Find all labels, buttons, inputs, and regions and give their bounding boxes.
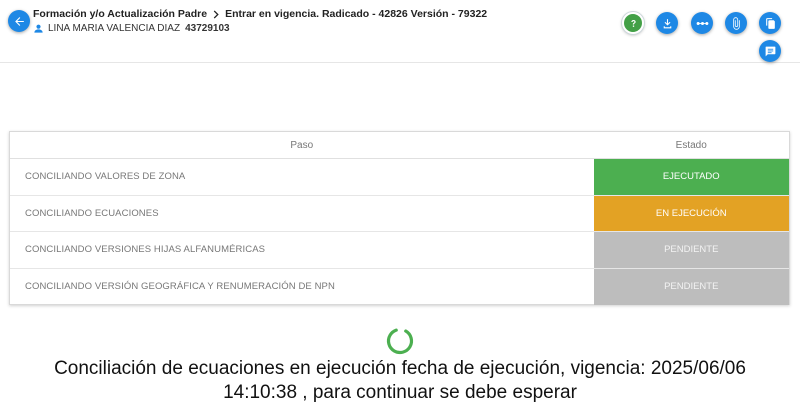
comments-button[interactable] xyxy=(759,40,781,62)
steps-table: Paso Estado CONCILIANDO VALORES DE ZONA … xyxy=(9,131,790,305)
help-button[interactable] xyxy=(622,12,644,34)
download-icon xyxy=(663,18,671,28)
spinner-icon xyxy=(386,327,414,355)
back-button[interactable] xyxy=(8,10,30,32)
status-message-line1: Conciliación de ecuaciones en ejecución … xyxy=(54,358,746,379)
status-badge-pending: PENDIENTE xyxy=(593,268,789,305)
comment-icon xyxy=(765,46,775,56)
table-header: Paso Estado xyxy=(10,132,789,159)
user-name: LINA MARIA VALENCIA DIAZ xyxy=(48,23,181,34)
page: Formación y/o Actualización Padre Entrar… xyxy=(0,0,800,419)
connections-button[interactable] xyxy=(691,12,713,34)
arrow-left-icon xyxy=(14,16,24,26)
status-badge-executed: EJECUTADO xyxy=(593,159,789,195)
chevron-right-icon xyxy=(212,9,220,19)
dots-icon xyxy=(696,21,708,25)
step-name: CONCILIANDO VERSIONES HIJAS ALFANUMÉRICA… xyxy=(25,244,266,256)
help-icon xyxy=(630,19,636,27)
user-id: 43729103 xyxy=(185,23,230,34)
download-button[interactable] xyxy=(656,12,678,34)
header-step: Paso xyxy=(290,140,314,151)
step-name: CONCILIANDO ECUACIONES xyxy=(25,207,159,219)
paperclip-icon xyxy=(732,16,740,30)
status-message-line2: 14:10:38 , para continuar se debe espera… xyxy=(223,382,577,403)
person-icon xyxy=(33,23,44,34)
table-row: CONCILIANDO ECUACIONES EN EJECUCIÓN xyxy=(10,195,789,232)
breadcrumb-item-parent[interactable]: Formación y/o Actualización Padre xyxy=(33,8,207,20)
status-badge-running: EN EJECUCIÓN xyxy=(593,195,789,231)
breadcrumb: Formación y/o Actualización Padre Entrar… xyxy=(33,8,487,20)
breadcrumb-item-current: Entrar en vigencia. Radicado - 42826 Ver… xyxy=(225,8,488,20)
header-status: Estado xyxy=(675,140,707,151)
step-name: CONCILIANDO VERSIÓN GEOGRÁFICA Y RENUMER… xyxy=(25,281,335,293)
attach-button[interactable] xyxy=(725,12,747,34)
copy-button[interactable] xyxy=(759,12,781,34)
table-row: CONCILIANDO VERSIONES HIJAS ALFANUMÉRICA… xyxy=(10,232,789,269)
table-row: CONCILIANDO VERSIÓN GEOGRÁFICA Y RENUMER… xyxy=(10,268,789,305)
status-message: Conciliación de ecuaciones en ejecución … xyxy=(20,357,780,405)
table-row: CONCILIANDO VALORES DE ZONA EJECUTADO xyxy=(10,159,789,196)
copy-icon xyxy=(765,17,775,29)
step-name: CONCILIANDO VALORES DE ZONA xyxy=(25,171,186,183)
user-info: LINA MARIA VALENCIA DIAZ 43729103 xyxy=(33,23,230,34)
status-badge-pending: PENDIENTE xyxy=(593,232,789,268)
